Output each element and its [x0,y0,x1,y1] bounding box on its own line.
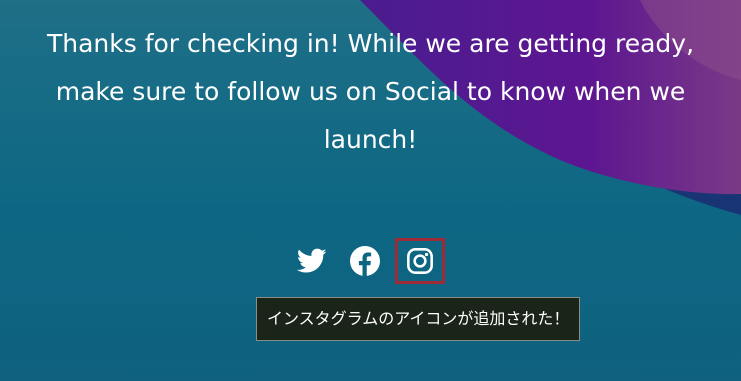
facebook-f-icon [350,246,380,276]
twitter-icon[interactable] [289,238,335,284]
facebook-icon[interactable] [342,238,388,284]
instagram-tooltip: インスタグラムのアイコンが追加された！ [256,297,581,341]
instagram-icon[interactable] [395,238,445,284]
social-links [0,238,741,284]
launch-message: Thanks for checking in! While we are get… [46,29,695,154]
instagram-camera-icon [407,248,433,274]
twitter-bird-icon [297,248,327,273]
